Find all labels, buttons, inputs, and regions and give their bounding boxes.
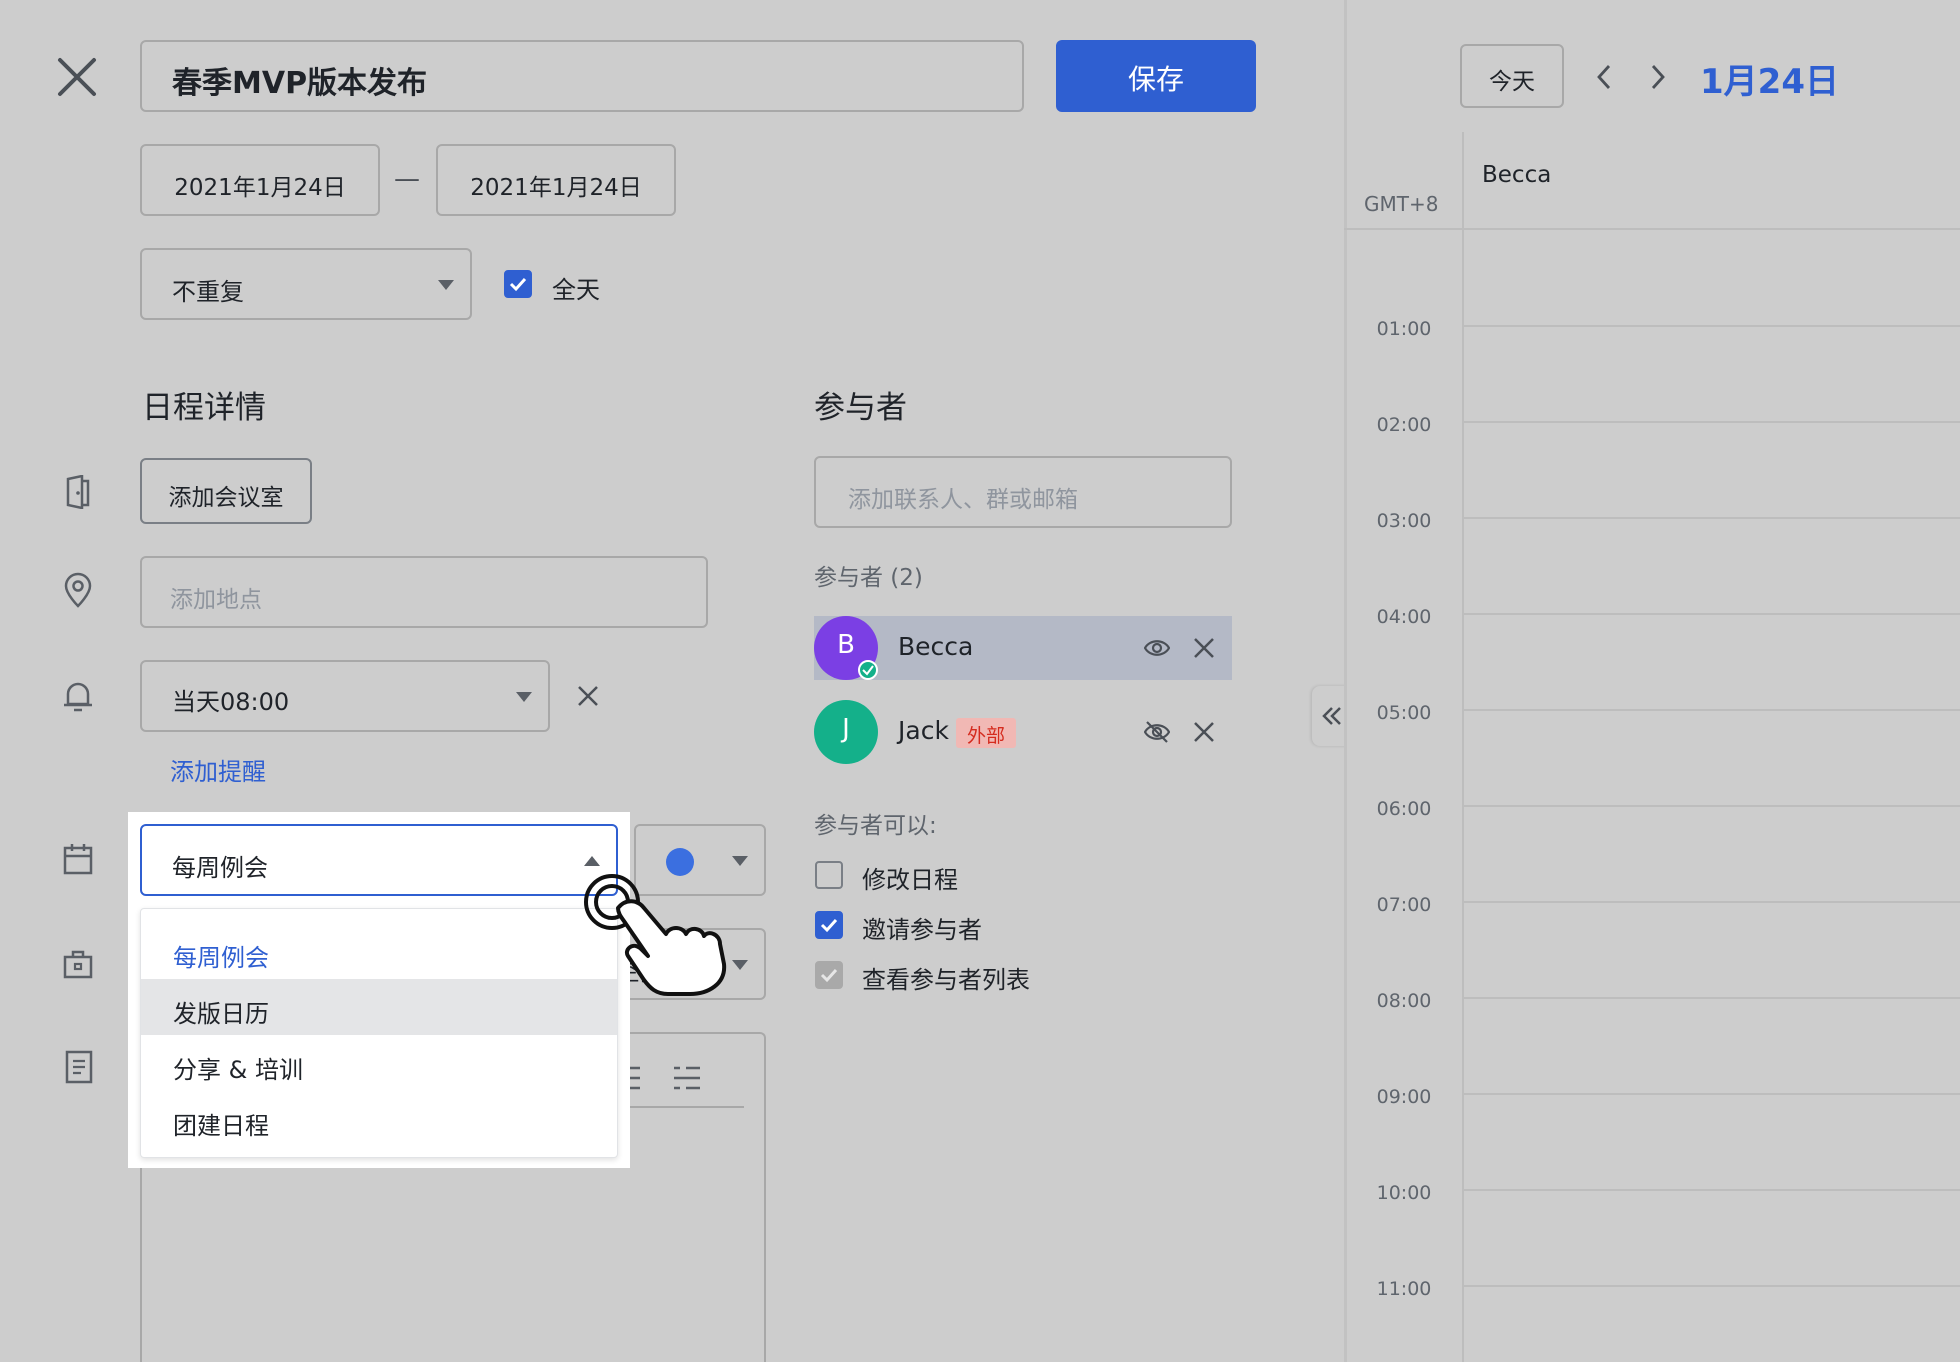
allday-label: 全天 bbox=[552, 276, 600, 304]
attendee-name: Becca bbox=[898, 632, 974, 661]
repeat-select[interactable]: 不重复 bbox=[140, 248, 472, 320]
title-input[interactable]: 春季MVP版本发布 bbox=[140, 40, 1024, 112]
hour-line bbox=[1463, 517, 1960, 519]
permission-edit-checkbox[interactable] bbox=[815, 861, 843, 889]
calendar-column-name: Becca bbox=[1482, 162, 1552, 188]
attendee-row[interactable]: B Becca bbox=[814, 616, 1232, 680]
title-input-value: 春季MVP版本发布 bbox=[172, 66, 428, 101]
hour-line bbox=[1463, 421, 1960, 423]
hour-label: 10:00 bbox=[1376, 1182, 1432, 1204]
calendar-option[interactable]: 团建日程 bbox=[141, 1091, 617, 1147]
prev-day-icon[interactable] bbox=[1594, 62, 1614, 92]
double-chevron-left-icon bbox=[1322, 707, 1341, 725]
collapse-panel-button[interactable] bbox=[1312, 686, 1348, 746]
close-icon[interactable] bbox=[54, 54, 100, 100]
hour-label: 06:00 bbox=[1376, 798, 1432, 820]
calendar-select[interactable]: 每周例会 bbox=[140, 824, 618, 896]
location-pin-icon bbox=[62, 572, 94, 612]
bell-icon bbox=[62, 678, 94, 718]
calendar-option[interactable]: 每周例会 bbox=[141, 923, 617, 979]
hour-label: 07:00 bbox=[1376, 894, 1432, 916]
hour-line bbox=[1463, 1285, 1960, 1287]
tap-hand-icon bbox=[582, 868, 752, 1000]
today-button[interactable]: 今天 bbox=[1460, 44, 1564, 108]
permission-label: 修改日程 bbox=[862, 866, 958, 894]
reminder-select[interactable]: 当天08:00 bbox=[140, 660, 550, 732]
timezone-label: GMT+8 bbox=[1364, 192, 1439, 216]
current-date-title: 1月24日 bbox=[1700, 62, 1839, 102]
eye-icon[interactable] bbox=[1143, 636, 1171, 660]
chevron-up-icon bbox=[584, 856, 600, 866]
hour-label: 04:00 bbox=[1376, 606, 1432, 628]
permission-label: 查看参与者列表 bbox=[862, 966, 1030, 994]
external-tag: 外部 bbox=[956, 718, 1016, 748]
chevron-down-icon bbox=[516, 692, 532, 702]
hour-line bbox=[1463, 901, 1960, 903]
hour-label: 01:00 bbox=[1376, 318, 1432, 340]
permissions-label: 参与者可以: bbox=[814, 813, 937, 839]
attendee-row[interactable]: J Jack 外部 bbox=[814, 700, 1232, 764]
header-divider bbox=[1344, 228, 1960, 230]
avatar: B bbox=[814, 616, 878, 680]
avatar: J bbox=[814, 700, 878, 764]
save-button[interactable]: 保存 bbox=[1056, 40, 1256, 112]
calendar-option[interactable]: 分享 & 培训 bbox=[141, 1035, 617, 1091]
hour-line bbox=[1463, 1189, 1960, 1191]
bullet-list-icon[interactable] bbox=[672, 1064, 702, 1092]
location-input[interactable]: 添加地点 bbox=[140, 556, 708, 628]
description-icon bbox=[64, 1050, 94, 1088]
hour-label: 02:00 bbox=[1376, 414, 1432, 436]
attendees-heading: 参与者 bbox=[814, 390, 907, 426]
hour-label: 05:00 bbox=[1376, 702, 1432, 724]
hour-label: 09:00 bbox=[1376, 1086, 1432, 1108]
hour-line bbox=[1463, 709, 1960, 711]
attendee-name: Jack bbox=[898, 716, 949, 745]
hour-label: 11:00 bbox=[1376, 1278, 1432, 1300]
attendee-search-input[interactable]: 添加联系人、群或邮箱 bbox=[814, 456, 1232, 528]
permission-view-list-checkbox bbox=[815, 961, 843, 989]
remove-reminder-icon[interactable] bbox=[576, 684, 600, 708]
hour-label: 08:00 bbox=[1376, 990, 1432, 1012]
chevron-down-icon bbox=[438, 280, 454, 290]
remove-attendee-icon[interactable] bbox=[1192, 636, 1216, 660]
hour-line bbox=[1463, 1093, 1960, 1095]
allday-checkbox[interactable] bbox=[504, 270, 532, 298]
calendar-dropdown-menu: 每周例会 发版日历 分享 & 培训 团建日程 bbox=[140, 908, 618, 1158]
briefcase-icon bbox=[62, 948, 94, 984]
remove-attendee-icon[interactable] bbox=[1192, 720, 1216, 744]
details-heading: 日程详情 bbox=[142, 390, 266, 426]
hour-line bbox=[1463, 805, 1960, 807]
accepted-badge-icon bbox=[858, 660, 878, 680]
calendar-icon bbox=[62, 842, 94, 880]
timezone-divider bbox=[1462, 132, 1464, 1362]
hour-line bbox=[1463, 997, 1960, 999]
chevron-down-icon bbox=[732, 856, 748, 866]
hour-line bbox=[1463, 613, 1960, 615]
end-date-field[interactable]: 2021年1月24日 bbox=[436, 144, 676, 216]
calendar-option[interactable]: 发版日历 bbox=[141, 979, 617, 1035]
attendee-count: 参与者 (2) bbox=[814, 565, 923, 591]
date-separator: — bbox=[394, 164, 420, 194]
hour-label: 03:00 bbox=[1376, 510, 1432, 532]
add-reminder-link[interactable]: 添加提醒 bbox=[170, 752, 266, 787]
add-room-button[interactable]: 添加会议室 bbox=[140, 458, 312, 524]
start-date-field[interactable]: 2021年1月24日 bbox=[140, 144, 380, 216]
hour-line bbox=[1463, 325, 1960, 327]
next-day-icon[interactable] bbox=[1648, 62, 1668, 92]
door-icon bbox=[62, 474, 94, 513]
permission-label: 邀请参与者 bbox=[862, 916, 982, 944]
eye-off-icon[interactable] bbox=[1143, 720, 1171, 744]
permission-invite-checkbox[interactable] bbox=[815, 911, 843, 939]
